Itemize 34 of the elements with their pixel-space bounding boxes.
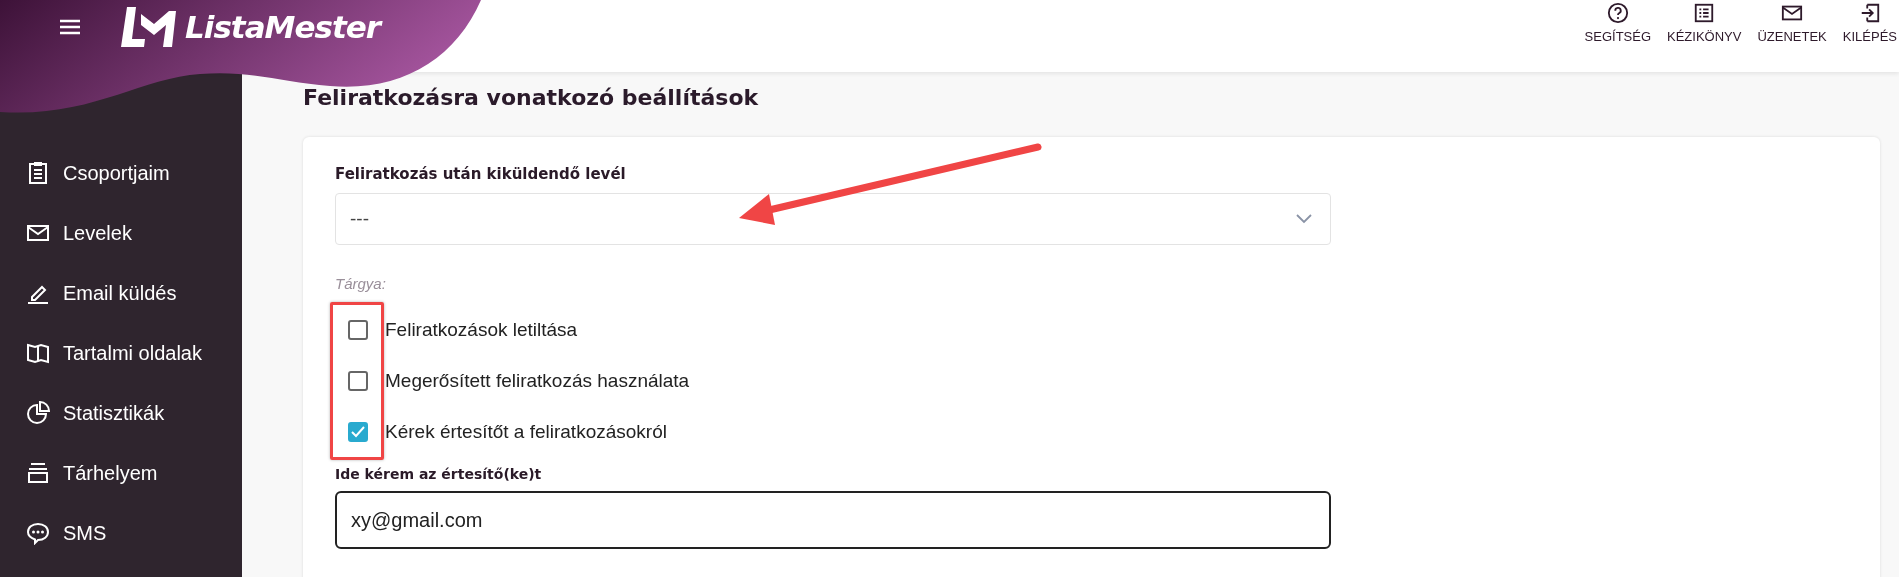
chevron-down-icon xyxy=(1296,214,1312,224)
checkbox-label: Feliratkozások letiltása xyxy=(385,318,578,342)
checkbox[interactable] xyxy=(348,320,368,340)
tray-icon xyxy=(26,461,50,485)
field-label: Feliratkozás után kiküldendő levél xyxy=(335,165,627,183)
pie-chart-icon xyxy=(26,401,50,425)
email-field[interactable]: xy@gmail.com xyxy=(335,491,1331,549)
header-action-button[interactable]: KILÉPÉS xyxy=(1842,0,1897,46)
checkbox-label: Kérek értesítőt a feliratkozásokról xyxy=(385,420,667,444)
sidebar-item[interactable]: Csoportjaim xyxy=(26,159,242,187)
chat-bubble-icon xyxy=(26,521,50,545)
letter-select[interactable]: --- xyxy=(335,193,1331,245)
help-icon xyxy=(1606,2,1629,24)
sidebar-item[interactable]: Tartalmi oldalak xyxy=(26,339,242,367)
checkbox[interactable] xyxy=(348,371,368,391)
sidebar-item[interactable]: Statisztikák xyxy=(26,399,242,427)
menu-button[interactable] xyxy=(57,17,83,37)
checkbox[interactable] xyxy=(348,422,368,442)
sidebar-item[interactable]: Levelek xyxy=(26,219,242,247)
sidebar-item[interactable]: SMS xyxy=(26,519,242,547)
logo-icon xyxy=(121,6,177,48)
checkbox-label: Megerősített feliratkozás használata xyxy=(385,369,690,393)
page-title: Feliratkozásra vonatkozó beállítások xyxy=(303,84,760,112)
header-action-button[interactable]: ÜZENETEK xyxy=(1757,0,1827,46)
header-action-button[interactable]: KÉZIKÖNYV xyxy=(1667,0,1742,46)
subject-label: Tárgya: xyxy=(335,275,387,292)
sidebar-item[interactable]: Email küldés xyxy=(26,279,242,307)
sidebar-item[interactable]: Tárhelyem xyxy=(26,459,242,487)
header-action-button[interactable]: SEGÍTSÉG xyxy=(1584,0,1652,46)
book-icon xyxy=(26,341,50,365)
field-label: Ide kérem az értesítő(ke)t xyxy=(335,466,543,482)
clipboard-icon xyxy=(26,161,50,185)
logo[interactable]: ListaMester xyxy=(121,6,381,48)
list-icon xyxy=(1693,2,1716,24)
